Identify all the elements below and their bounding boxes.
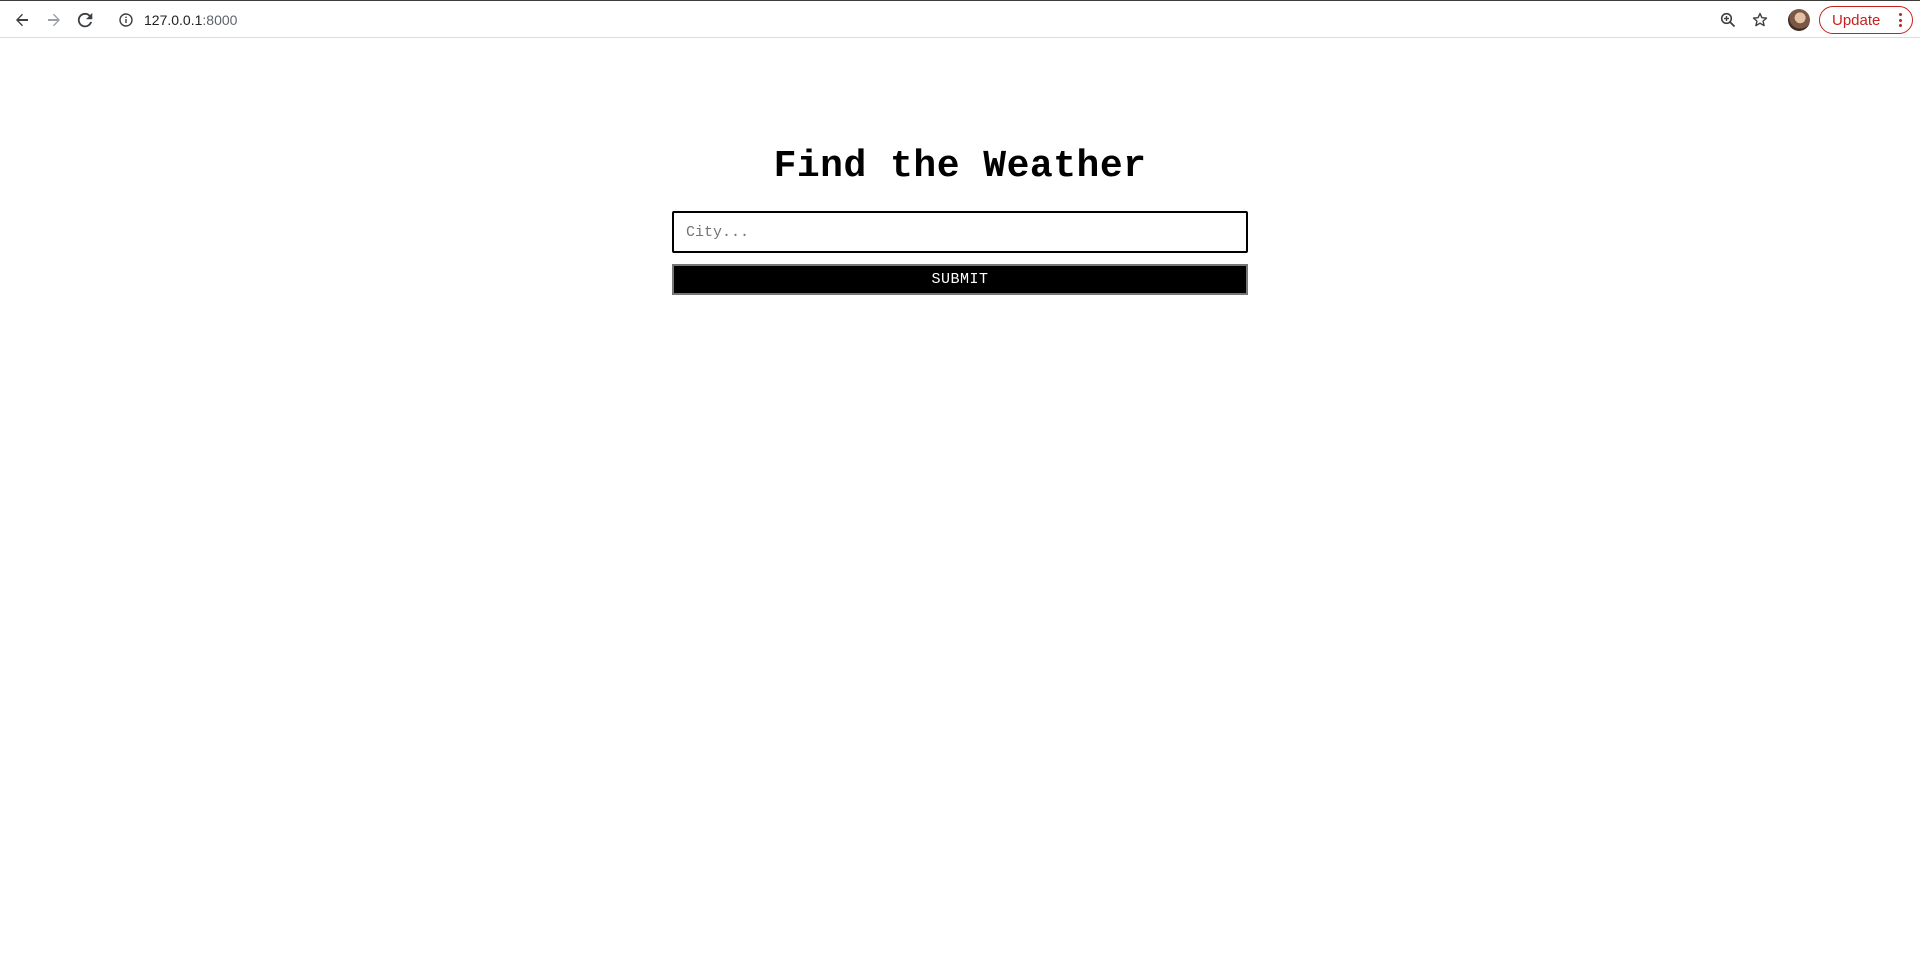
submit-button[interactable]: SUBMIT	[672, 264, 1248, 295]
url-port: :8000	[202, 12, 238, 28]
page-title: Find the Weather	[773, 145, 1147, 188]
city-input[interactable]	[672, 211, 1248, 253]
url-text: 127.0.0.1:8000	[144, 12, 237, 28]
update-button[interactable]: Update	[1819, 6, 1913, 34]
address-bar[interactable]: 127.0.0.1:8000	[108, 5, 1758, 35]
zoom-button[interactable]	[1714, 6, 1742, 34]
update-label: Update	[1832, 11, 1881, 29]
forward-button[interactable]	[40, 6, 68, 34]
forward-arrow-icon	[48, 13, 60, 27]
reload-button[interactable]	[71, 6, 99, 34]
star-icon	[1752, 12, 1768, 27]
zoom-icon	[1720, 12, 1736, 28]
page-content: Find the Weather SUBMIT	[0, 38, 1920, 956]
info-icon[interactable]	[118, 12, 134, 28]
browser-toolbar: 127.0.0.1:8000 Update	[0, 0, 1920, 38]
back-button[interactable]	[8, 6, 36, 34]
avatar[interactable]	[1788, 9, 1810, 31]
back-arrow-icon	[16, 13, 28, 27]
bookmark-button[interactable]	[1746, 6, 1774, 34]
more-vert-icon	[1899, 13, 1903, 29]
url-host: 127.0.0.1	[144, 12, 203, 28]
reload-icon	[77, 12, 93, 28]
